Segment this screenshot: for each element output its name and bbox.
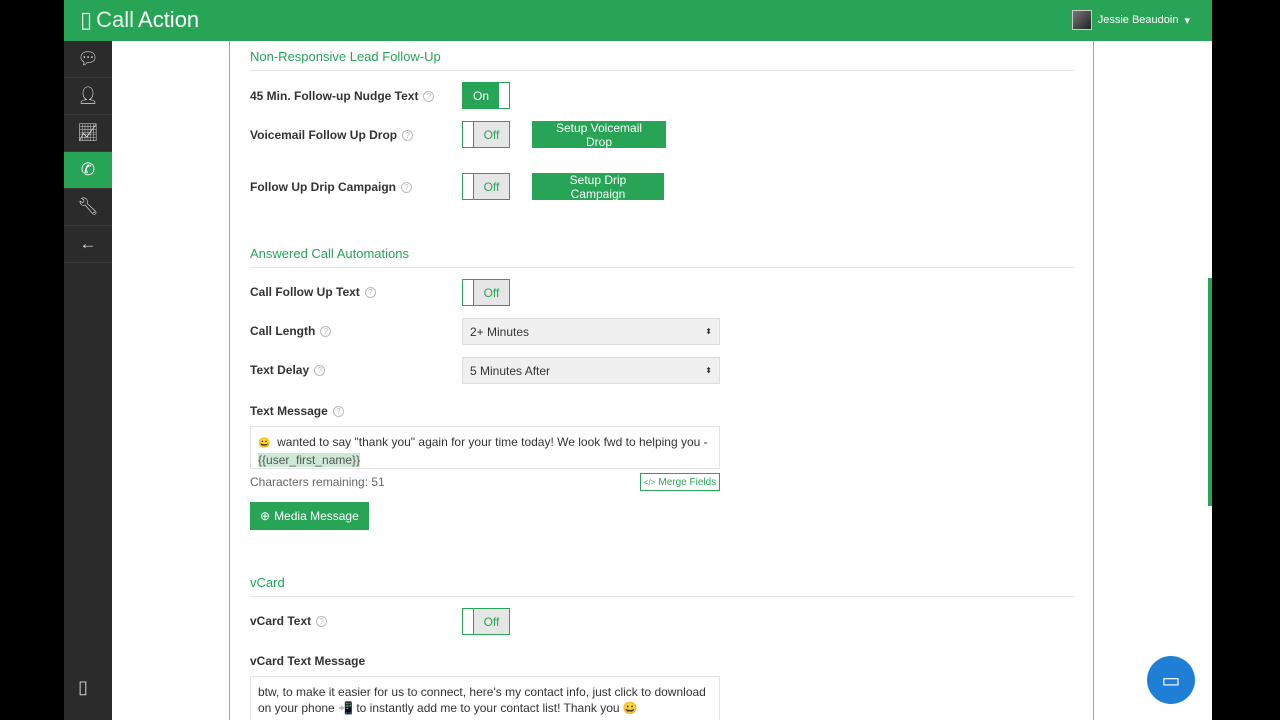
help-icon[interactable]: ? [364, 286, 376, 298]
merge-fields-button[interactable]: </> Merge Fields [640, 473, 720, 491]
nav-contacts-icon[interactable]: 👤︎ [64, 78, 112, 115]
media-message-button[interactable]: ⊕ Media Message [250, 502, 369, 530]
select-value: 5 Minutes After [470, 363, 551, 378]
select-arrows-icon: ⬍ [705, 366, 712, 375]
toggle-state: Off [474, 174, 509, 199]
text-message-label: Text Message? [250, 404, 344, 418]
nudge-toggle[interactable]: On [462, 82, 510, 109]
label: Call Follow Up Text [250, 285, 360, 299]
button-label: Media Message [274, 509, 359, 523]
plus-circle-icon: ⊕ [260, 509, 271, 523]
toggle-state: Off [474, 122, 509, 147]
vcard-text-label: vCard Text? [250, 614, 328, 628]
logo-text-bold: Action [138, 7, 200, 32]
chars-remaining: Characters remaining: 51 [250, 475, 385, 489]
nav-tools-icon[interactable]: 🔧︎ [64, 189, 112, 226]
caret-down-icon: ▾ [1184, 14, 1190, 27]
merge-tag: {{user_first_name}} [258, 453, 361, 467]
setup-voicemail-button[interactable]: Setup Voicemail Drop [532, 121, 666, 149]
help-icon[interactable]: ? [423, 90, 435, 102]
call-followup-toggle[interactable]: Off [462, 279, 510, 306]
setup-drip-button[interactable]: Setup Drip Campaign [532, 173, 664, 201]
label: vCard Text [250, 614, 312, 628]
text-delay-select[interactable]: 5 Minutes After ⬍ [462, 357, 720, 384]
app-window: ▯ Call Action Jessie Beaudoin ▾ 💬︎ 👤︎ 📈︎ ✆ … [64, 0, 1212, 720]
toggle-state: On [463, 83, 499, 108]
label: vCard Text Message [250, 654, 366, 668]
select-arrows-icon: ⬍ [705, 327, 712, 336]
label: Follow Up Drip Campaign [250, 180, 396, 194]
user-menu[interactable]: Jessie Beaudoin ▾ [1071, 10, 1190, 30]
voicemail-toggle[interactable]: Off [462, 121, 510, 148]
drip-label: Follow Up Drip Campaign? [250, 180, 412, 194]
voicemail-label: Voicemail Follow Up Drop? [250, 128, 414, 142]
label: Text Delay [250, 363, 310, 377]
nav-messages-icon[interactable]: 💬︎ [64, 41, 112, 78]
help-icon[interactable]: ? [332, 405, 344, 417]
label: Voicemail Follow Up Drop [250, 128, 398, 142]
toggle-state: Off [474, 609, 509, 634]
top-bar: ▯ Call Action Jessie Beaudoin ▾ [64, 0, 1212, 41]
logo-icon: ▯ [80, 7, 93, 32]
select-value: 2+ Minutes [470, 324, 530, 339]
scrollbar[interactable] [1208, 278, 1212, 506]
sidebar: 💬︎ 👤︎ 📈︎ ✆ 🔧︎ ← ▯ [64, 41, 112, 720]
nav-reports-icon[interactable]: 📈︎ [64, 115, 112, 152]
help-icon[interactable]: ? [316, 615, 328, 627]
help-icon[interactable]: ? [320, 325, 332, 337]
vcard-message-input[interactable]: btw, to make it easier for us to connect… [250, 676, 720, 720]
label: Call Length [250, 324, 316, 338]
code-icon: </> [643, 477, 656, 487]
section-title: Answered Call Automations [250, 246, 1074, 268]
logo[interactable]: ▯ Call Action [80, 7, 199, 33]
avatar [1071, 10, 1092, 30]
label: Text Message [250, 404, 328, 418]
chat-launcher-icon[interactable]: ▭ [1147, 656, 1195, 704]
text-delay-label: Text Delay? [250, 363, 326, 377]
call-followup-label: Call Follow Up Text? [250, 285, 376, 299]
drip-toggle[interactable]: Off [462, 173, 510, 200]
call-length-select[interactable]: 2+ Minutes ⬍ [462, 318, 720, 345]
vcard-message-label: vCard Text Message [250, 654, 365, 668]
emoji: 😀 [258, 438, 271, 449]
section-title: Non-Responsive Lead Follow-Up [250, 49, 1074, 71]
call-length-label: Call Length? [250, 324, 332, 338]
help-icon[interactable]: ? [314, 364, 326, 376]
button-label: Merge Fields [658, 476, 717, 488]
logo-text: Call [96, 7, 135, 32]
toggle-state: Off [474, 280, 509, 305]
user-name: Jessie Beaudoin [1097, 14, 1179, 26]
section-title: vCard [250, 575, 1074, 597]
text-message-input[interactable]: 😀 wanted to say "thank you" again for yo… [250, 426, 720, 469]
help-icon[interactable]: ? [401, 181, 412, 193]
settings-panel: Non-Responsive Lead Follow-Up 45 Min. Fo… [229, 41, 1094, 720]
nudge-label: 45 Min. Follow-up Nudge Text? [250, 89, 435, 103]
nav-phone-icon[interactable]: ✆ [64, 152, 112, 189]
message-body: wanted to say "thank you" again for your… [277, 435, 708, 449]
label: 45 Min. Follow-up Nudge Text [250, 89, 419, 103]
help-icon[interactable]: ? [402, 129, 414, 141]
nav-back-icon[interactable]: ← [64, 226, 112, 263]
vcard-toggle[interactable]: Off [462, 608, 510, 635]
app-logo-icon[interactable]: ▯ [78, 677, 88, 698]
message-body: btw, to make it easier for us to connect… [258, 685, 706, 715]
